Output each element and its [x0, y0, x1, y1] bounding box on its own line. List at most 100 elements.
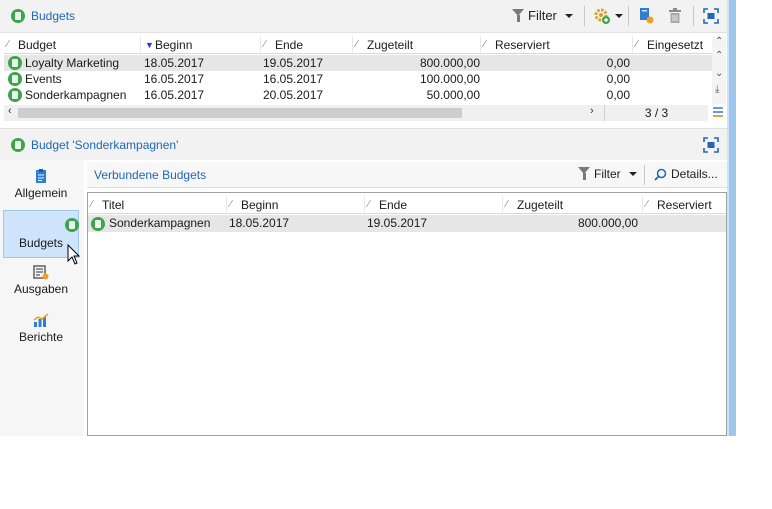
maximize-icon	[703, 8, 719, 24]
row-allocated: 800.000,00	[419, 56, 480, 70]
row-name: Sonderkampagnen	[25, 88, 127, 102]
row-allocated: 100.000,00	[419, 72, 480, 86]
row-reserved: 0,00	[606, 88, 630, 102]
column-header-reserviert[interactable]: ⁄ Reserviert	[480, 36, 632, 54]
details-button[interactable]: Details...	[654, 167, 718, 181]
column-header-ende[interactable]: ⁄ Ende	[364, 196, 502, 214]
toolbar-separator	[584, 6, 585, 26]
actions-dropdown-icon	[615, 14, 623, 18]
linked-grid-header: ⁄ Titel ⁄ Beginn ⁄ Ende ⁄ Zugeteilt ⁄ Reservi…	[88, 196, 726, 214]
column-header-titel[interactable]: ⁄ Titel	[88, 196, 226, 214]
table-row[interactable]: Loyalty Marketing 18.05.2017 19.05.2017 …	[4, 55, 712, 71]
row-end: 16.05.2017	[263, 72, 324, 86]
row-end: 20.05.2017	[263, 88, 324, 102]
sidebar-item-label: Berichte	[18, 330, 64, 344]
table-row[interactable]: Events 16.05.2017 16.05.2017 100.000,00 …	[4, 71, 712, 87]
column-header-reserviert[interactable]: ⁄ Reserviert	[642, 196, 726, 214]
maximize-button[interactable]	[703, 137, 719, 153]
maximize-button[interactable]	[703, 8, 719, 24]
scroll-right-icon[interactable]: ›	[590, 105, 594, 117]
column-header-beginn[interactable]: ⁄ Beginn	[226, 196, 364, 214]
sidebar-item-berichte[interactable]: Berichte	[3, 306, 79, 354]
filter-dropdown-icon	[628, 172, 637, 176]
budgets-grid-header: ⁄ Budget ▼ Beginn ⁄ Ende ⁄ Zugeteilt ⁄ Reserv…	[4, 36, 712, 54]
row-name: Events	[25, 72, 62, 86]
list-settings-button[interactable]	[712, 106, 726, 120]
new-document-icon	[640, 8, 654, 24]
filter-icon	[578, 167, 590, 181]
sidebar-item-allgemein[interactable]: Allgemein	[3, 162, 79, 210]
table-row[interactable]: Sonderkampagnen 16.05.2017 20.05.2017 50…	[4, 87, 712, 103]
filter-button[interactable]: Filter	[512, 8, 573, 23]
vertical-scrollbar[interactable]: ⌃ ⌃ ⌄ ⤓	[712, 36, 726, 104]
budget-icon	[65, 218, 79, 232]
row-begin: 18.05.2017	[144, 56, 205, 70]
budget-icon	[8, 56, 22, 70]
filter-dropdown-icon	[564, 13, 573, 18]
row-allocated: 800.000,00	[577, 216, 638, 230]
scroll-down-icon[interactable]: ⌄	[715, 68, 723, 79]
window-frame-highlight	[727, 0, 729, 436]
chart-icon	[33, 313, 49, 327]
column-header-zugeteilt[interactable]: ⁄ Zugeteilt	[502, 196, 642, 214]
linked-budgets-title: Verbundene Budgets	[94, 168, 207, 182]
sort-descending-icon: ▼	[145, 40, 154, 50]
pager-text: 3 / 3	[644, 106, 669, 120]
budget-icon	[11, 138, 25, 152]
pager: 3 / 3	[604, 105, 708, 121]
row-allocated: 50.000,00	[426, 88, 480, 102]
horizontal-scrollbar[interactable]: ‹ ›	[4, 105, 604, 121]
filter-label: Filter	[528, 8, 557, 23]
row-begin: 16.05.2017	[144, 72, 205, 86]
column-header-zugeteilt[interactable]: ⁄ Zugeteilt	[352, 36, 480, 54]
column-header-eingesetzt[interactable]: ⁄ Eingesetzt	[632, 36, 712, 54]
budget-icon	[11, 9, 25, 23]
scroll-left-icon[interactable]: ‹	[8, 105, 12, 117]
linked-budgets-grid: ⁄ Titel ⁄ Beginn ⁄ Ende ⁄ Zugeteilt ⁄ Reservi…	[87, 192, 727, 436]
budget-icon	[8, 88, 22, 102]
toolbar-separator	[628, 6, 629, 26]
expenses-icon	[33, 265, 49, 280]
new-item-button[interactable]	[638, 7, 654, 25]
row-name: Loyalty Marketing	[25, 56, 120, 70]
search-icon	[654, 168, 667, 181]
toolbar-separator	[693, 6, 694, 26]
sidebar-item-label: Ausgaben	[13, 282, 69, 296]
row-reserved: 0,00	[606, 72, 630, 86]
budgets-list-title: Budgets	[31, 9, 76, 23]
toolbar-separator	[644, 165, 645, 185]
filter-button[interactable]: Filter	[578, 167, 637, 181]
sidebar-item-ausgaben[interactable]: Ausgaben	[3, 258, 79, 306]
row-name: Sonderkampagnen	[109, 216, 211, 230]
detail-title: Budget 'Sonderkampagnen'	[31, 138, 179, 152]
table-row[interactable]: Sonderkampagnen 18.05.2017 19.05.2017 80…	[88, 215, 726, 232]
budgets-list-header: Budgets Filter	[0, 0, 727, 33]
maximize-icon	[703, 137, 719, 153]
details-label: Details...	[671, 167, 718, 181]
row-reserved: 0,00	[606, 56, 630, 70]
row-end: 19.05.2017	[367, 216, 428, 230]
budget-icon	[8, 72, 22, 86]
column-header-budget[interactable]: ⁄ Budget	[4, 36, 140, 54]
linked-budgets-toolbar: Verbundene Budgets Filter Details...	[87, 162, 727, 188]
delete-button[interactable]	[667, 7, 683, 25]
scroll-end-icon[interactable]: ⤓	[715, 84, 719, 95]
detail-header: Budget 'Sonderkampagnen'	[0, 128, 727, 160]
sidebar-item-label: Allgemein	[14, 186, 68, 200]
filter-icon	[512, 8, 524, 23]
column-header-ende[interactable]: ⁄ Ende	[260, 36, 352, 54]
scrollbar-thumb[interactable]	[18, 108, 462, 118]
row-begin: 18.05.2017	[229, 216, 290, 230]
scroll-up-small-icon[interactable]: ⌃	[715, 50, 723, 61]
gear-add-icon	[594, 8, 610, 24]
filter-label: Filter	[594, 167, 621, 181]
list-settings-icon	[713, 107, 723, 117]
clipboard-icon	[36, 169, 46, 183]
column-header-beginn[interactable]: ▼ Beginn	[140, 36, 260, 54]
actions-button[interactable]	[593, 7, 623, 25]
row-begin: 16.05.2017	[144, 88, 205, 102]
scroll-up-icon[interactable]: ⌃	[715, 36, 723, 47]
budget-icon	[91, 217, 105, 231]
row-end: 19.05.2017	[263, 56, 324, 70]
trash-icon	[669, 8, 681, 23]
